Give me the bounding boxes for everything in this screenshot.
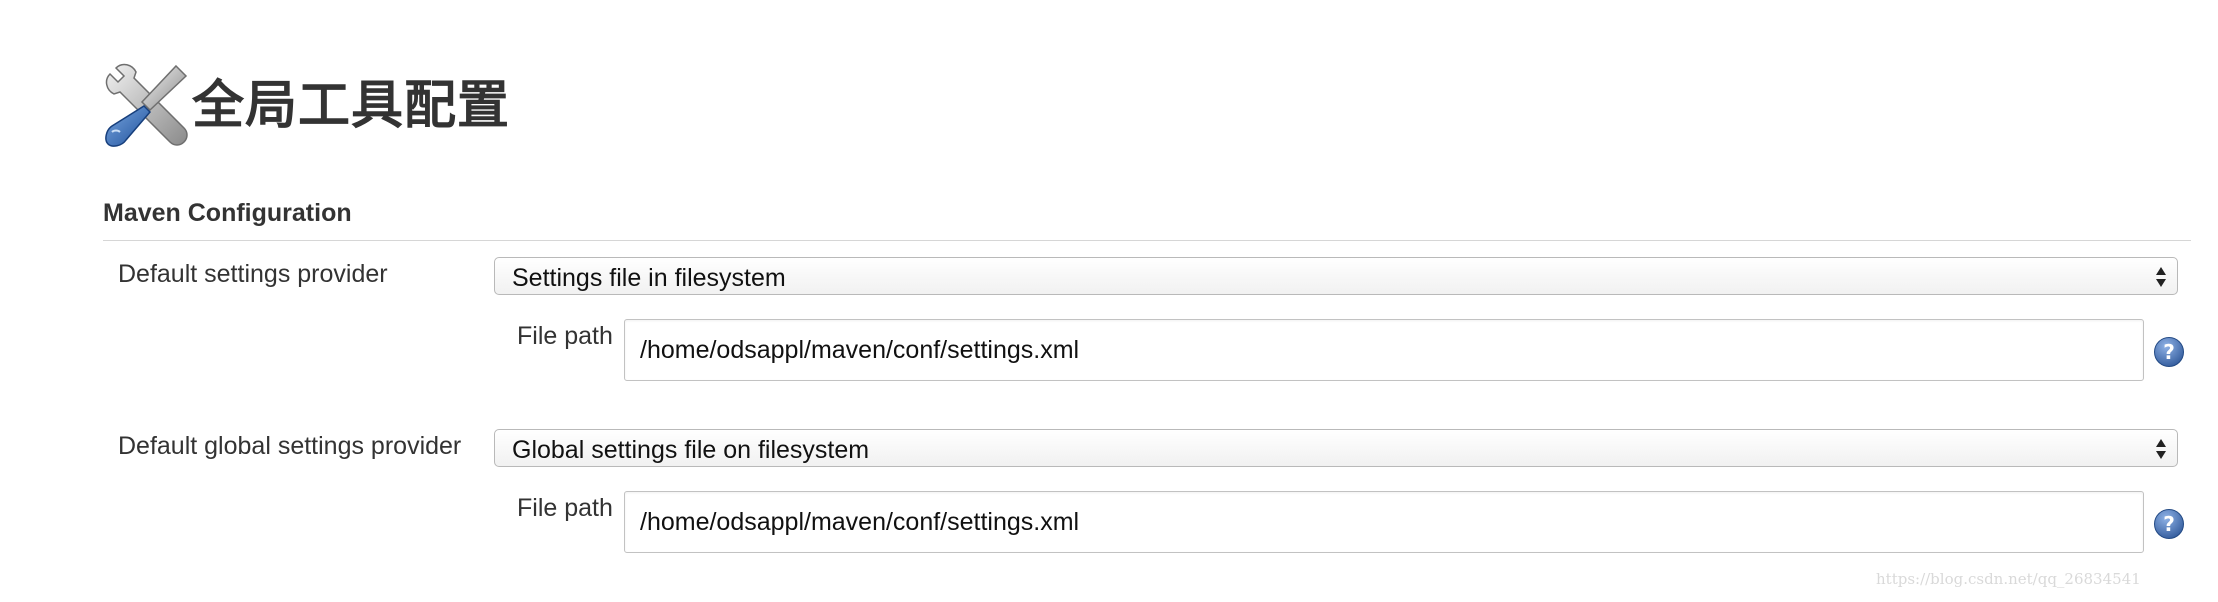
select-arrows-icon xyxy=(2156,439,2166,459)
global-settings-provider-label: Default global settings provider xyxy=(118,432,462,460)
settings-file-path-label: File path xyxy=(517,322,613,350)
global-settings-file-path-value: /home/odsappl/maven/conf/settings.xml xyxy=(640,508,1080,536)
select-arrows-icon xyxy=(2156,267,2166,287)
help-icon[interactable]: ? xyxy=(2153,336,2185,368)
settings-provider-selected: Settings file in filesystem xyxy=(512,264,786,292)
page-header: 全局工具配置 xyxy=(100,56,510,156)
global-settings-file-path-label: File path xyxy=(517,494,613,522)
section-title: Maven Configuration xyxy=(103,199,352,227)
settings-provider-label: Default settings provider xyxy=(118,260,388,288)
svg-text:?: ? xyxy=(2163,512,2175,536)
section-divider xyxy=(103,240,2191,241)
watermark: https://blog.csdn.net/qq_26834541 xyxy=(1876,570,2141,588)
settings-provider-select[interactable]: Settings file in filesystem xyxy=(494,257,2178,295)
page-title: 全局工具配置 xyxy=(192,76,511,136)
wrench-screwdriver-icon xyxy=(105,63,188,147)
settings-file-path-input[interactable]: /home/odsappl/maven/conf/settings.xml xyxy=(624,319,2144,381)
help-icon[interactable]: ? xyxy=(2153,508,2185,540)
settings-file-path-value: /home/odsappl/maven/conf/settings.xml xyxy=(640,336,1080,364)
global-settings-file-path-input[interactable]: /home/odsappl/maven/conf/settings.xml xyxy=(624,491,2144,553)
svg-text:?: ? xyxy=(2163,340,2175,364)
global-settings-provider-selected: Global settings file on filesystem xyxy=(512,436,870,464)
global-settings-provider-select[interactable]: Global settings file on filesystem xyxy=(494,429,2178,467)
